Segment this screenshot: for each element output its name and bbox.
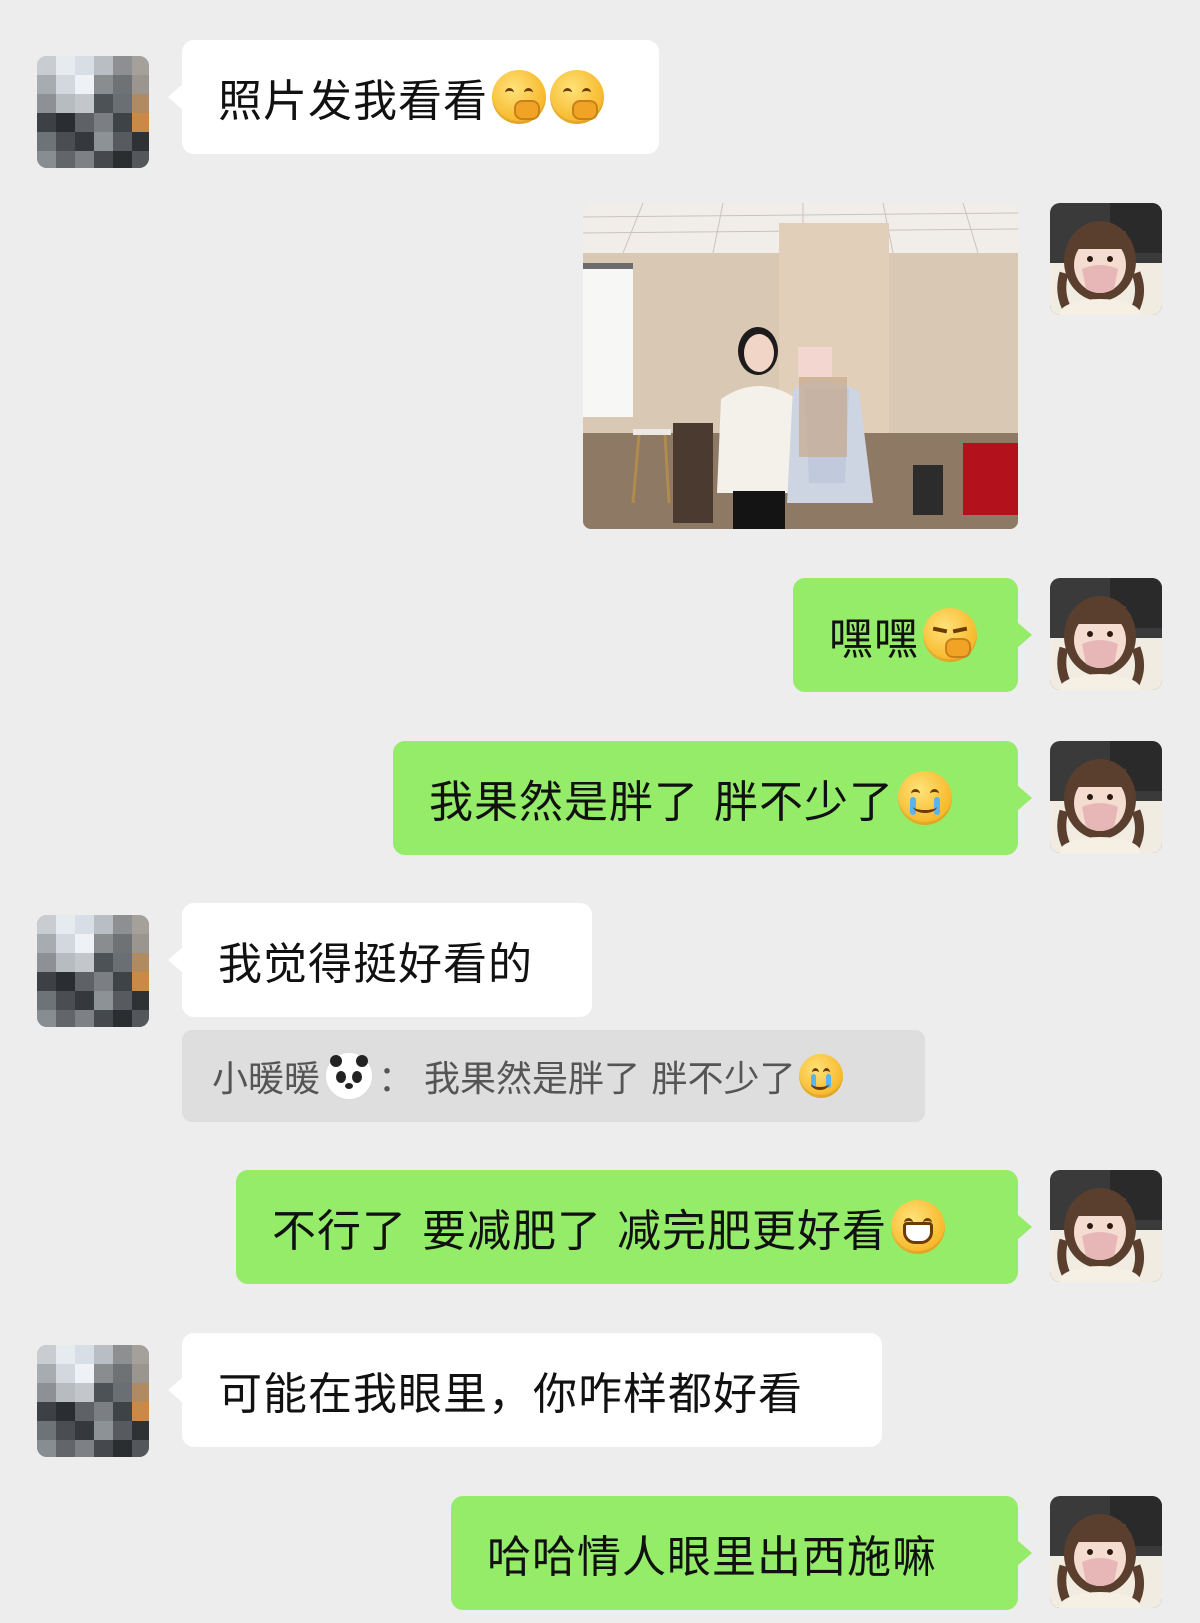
message-bubble-outgoing[interactable]: 不行了 要减肥了 减完肥更好看 xyxy=(236,1170,1032,1284)
my-avatar[interactable] xyxy=(1050,1496,1162,1608)
message-bubble-incoming[interactable]: 照片发我看看 xyxy=(168,40,659,154)
message-text: 哈哈情人眼里出西施嘛 xyxy=(487,1532,937,1583)
girl-with-braids-avatar-icon xyxy=(1050,1170,1162,1282)
quote-text: 我果然是胖了 胖不少了 xyxy=(424,1059,796,1100)
pixelated-avatar-icon xyxy=(37,1345,149,1457)
quoted-message[interactable]: 小暖暖 ： 我果然是胖了 胖不少了 xyxy=(182,1030,925,1122)
my-avatar[interactable] xyxy=(1050,578,1162,690)
message-text: 我觉得挺好看的 xyxy=(218,939,533,990)
crying-face-emoji-icon xyxy=(898,771,952,825)
message-bubble-incoming[interactable]: 可能在我眼里，你咋样都好看 xyxy=(168,1333,882,1447)
message-bubble-outgoing[interactable]: 我果然是胖了 胖不少了 xyxy=(393,741,1032,855)
crying-face-emoji-icon xyxy=(799,1054,844,1098)
girl-with-braids-avatar-icon xyxy=(1050,578,1162,690)
girl-with-braids-avatar-icon xyxy=(1050,203,1162,315)
contact-avatar[interactable] xyxy=(37,915,149,1027)
contact-avatar[interactable] xyxy=(37,1345,149,1457)
message-text: 不行了 要减肥了 减完肥更好看 xyxy=(272,1206,887,1257)
message-text: 照片发我看看 xyxy=(218,76,488,127)
girl-with-braids-avatar-icon xyxy=(1050,741,1162,853)
thinking-face-emoji-icon xyxy=(550,70,604,124)
quote-sender: 小暖暖 xyxy=(212,1059,321,1100)
girl-with-braids-avatar-icon xyxy=(1050,1496,1162,1608)
grin-face-emoji-icon xyxy=(890,1200,945,1254)
quote-separator: ： xyxy=(378,1059,415,1100)
photo-message[interactable] xyxy=(583,203,1018,529)
message-text: 我果然是胖了 胖不少了 xyxy=(429,777,894,828)
pixelated-avatar-icon xyxy=(37,56,149,168)
message-text: 嘿嘿 xyxy=(829,614,919,665)
photo-two-women-in-room-image xyxy=(583,203,1018,529)
message-bubble-outgoing[interactable]: 嘿嘿 xyxy=(793,578,1032,692)
panda-emoji-icon xyxy=(324,1051,375,1101)
thinking-face-emoji-icon xyxy=(492,70,546,124)
smirk-face-emoji-icon xyxy=(923,608,977,662)
my-avatar[interactable] xyxy=(1050,741,1162,853)
my-avatar[interactable] xyxy=(1050,203,1162,315)
my-avatar[interactable] xyxy=(1050,1170,1162,1282)
contact-avatar[interactable] xyxy=(37,56,149,168)
message-text: 可能在我眼里，你咋样都好看 xyxy=(218,1369,803,1420)
message-bubble-incoming[interactable]: 我觉得挺好看的 xyxy=(168,903,592,1017)
message-bubble-outgoing[interactable]: 哈哈情人眼里出西施嘛 xyxy=(451,1496,1032,1610)
pixelated-avatar-icon xyxy=(37,915,149,1027)
